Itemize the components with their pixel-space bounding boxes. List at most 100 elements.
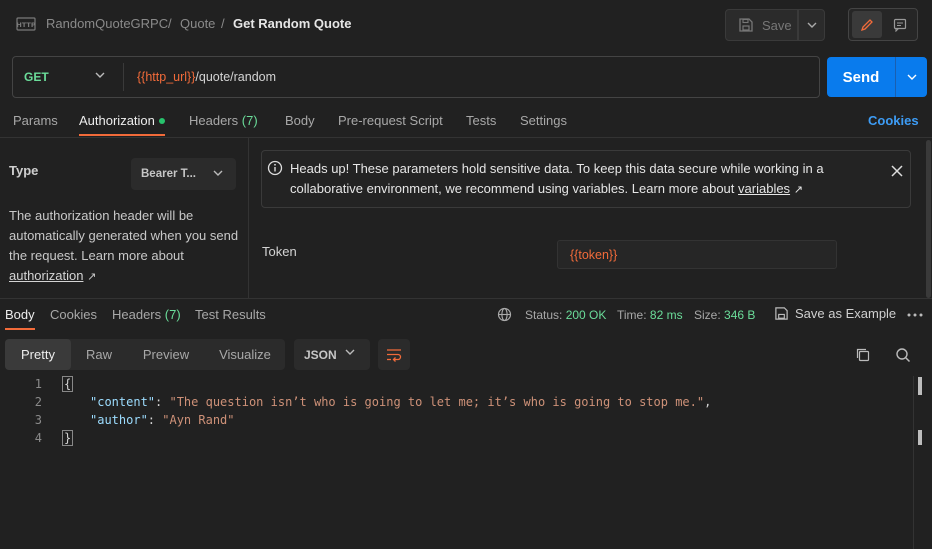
tab-pre-request-script[interactable]: Pre-request Script: [338, 113, 443, 128]
response-tab-headers-count: (7): [164, 307, 181, 322]
url-path: /quote/random: [195, 70, 277, 84]
cookies-link[interactable]: Cookies: [868, 113, 919, 128]
tab-tests[interactable]: Tests: [466, 113, 496, 128]
wrap-icon: [386, 348, 402, 362]
open-brace: {: [62, 376, 74, 392]
code-scroll-marker[interactable]: [918, 377, 922, 395]
comment-icon: [893, 18, 907, 32]
format-preview[interactable]: Preview: [133, 339, 199, 370]
breadcrumb-folder[interactable]: Quote: [180, 16, 215, 31]
response-size[interactable]: Size: 346 B: [694, 308, 755, 322]
auth-type-label: Type: [9, 163, 39, 178]
tab-headers-label: Headers: [189, 113, 239, 128]
auth-active-dot: [159, 118, 165, 124]
json-key: "content": [90, 395, 156, 409]
svg-text:HTTP: HTTP: [16, 21, 35, 29]
tab-settings[interactable]: Settings: [520, 113, 567, 128]
response-tab-body[interactable]: Body: [5, 307, 35, 322]
send-dropdown-button[interactable]: [895, 57, 927, 97]
chevron-down-icon: [907, 74, 917, 80]
save-example-icon: [774, 306, 789, 321]
chevron-down-icon: [213, 170, 223, 176]
save-button[interactable]: Save: [725, 9, 798, 41]
response-status[interactable]: Status: 200 OK: [525, 308, 606, 322]
code-scroll-marker[interactable]: [918, 430, 922, 445]
breadcrumb-separator: /: [221, 16, 225, 31]
json-key: "author": [90, 413, 148, 427]
chevron-down-icon: [345, 349, 355, 355]
json-value: "Ayn Rand": [162, 413, 235, 427]
code-scroll-track: [913, 376, 914, 549]
globe-icon[interactable]: [497, 307, 512, 322]
http-icon: HTTP: [16, 14, 36, 34]
active-response-tab-indicator: [5, 328, 35, 330]
auth-panel-divider: [248, 138, 249, 298]
edit-mode-button[interactable]: [852, 11, 882, 38]
line-number: 3: [34, 413, 42, 427]
line-number: 1: [34, 377, 42, 391]
request-scrollbar[interactable]: [926, 140, 931, 298]
language-value: JSON: [304, 347, 337, 362]
token-value: {{token}}: [570, 247, 618, 262]
search-icon[interactable]: [895, 347, 911, 363]
format-visualize[interactable]: Visualize: [208, 339, 282, 370]
method-select[interactable]: GET: [24, 70, 49, 84]
response-tab-headers[interactable]: Headers (7): [112, 307, 181, 322]
url-input[interactable]: {{http_url}}/quote/random: [137, 70, 276, 84]
response-time[interactable]: Time: 82 ms: [617, 308, 683, 322]
url-bar: [12, 56, 820, 98]
pencil-icon: [860, 18, 874, 32]
code-line: }: [62, 430, 74, 446]
status-label: Status:: [525, 308, 563, 322]
time-value: 82 ms: [649, 308, 683, 322]
tab-body[interactable]: Body: [285, 113, 315, 128]
url-divider: [123, 63, 124, 91]
auth-type-value: Bearer T...: [141, 168, 196, 180]
tab-headers-count: (7): [241, 113, 258, 128]
wrap-lines-button[interactable]: [378, 339, 410, 370]
tab-params[interactable]: Params: [13, 113, 58, 128]
info-icon: [267, 160, 283, 176]
code-line: "content": "The question isn’t who is go…: [90, 395, 712, 409]
json-comma: ,: [704, 395, 712, 409]
tab-authorization[interactable]: Authorization: [79, 113, 155, 128]
save-dropdown-button[interactable]: [798, 9, 825, 41]
line-number: 2: [34, 395, 42, 409]
time-label: Time:: [617, 308, 647, 322]
token-label: Token: [262, 244, 297, 259]
auth-description-text: The authorization header will be automat…: [9, 208, 239, 263]
size-value: 346 B: [724, 308, 756, 322]
code-line: {: [62, 376, 74, 392]
size-label: Size:: [694, 308, 721, 322]
save-label: Save: [762, 17, 792, 33]
page-title: Get Random Quote: [233, 16, 352, 31]
line-number: 4: [34, 431, 42, 445]
authorization-link[interactable]: authorization: [9, 268, 83, 283]
response-tab-test-results[interactable]: Test Results: [195, 307, 266, 322]
panel-splitter[interactable]: [0, 298, 932, 299]
save-as-example-button[interactable]: Save as Example: [774, 306, 896, 321]
tabs-divider: [0, 137, 932, 138]
external-link-icon: ↗: [793, 184, 803, 196]
chevron-down-icon: [807, 22, 817, 28]
more-icon[interactable]: [907, 313, 923, 317]
code-line: "author": "Ayn Rand": [90, 413, 235, 427]
breadcrumb-separator: /: [168, 16, 172, 31]
variables-link[interactable]: variables: [738, 181, 790, 196]
token-input[interactable]: {{token}}: [557, 240, 837, 269]
json-value: "The question isn’t who is going to let …: [169, 395, 705, 409]
copy-icon[interactable]: [855, 347, 871, 363]
breadcrumb-collection[interactable]: RandomQuoteGRPC: [46, 16, 168, 31]
save-example-label: Save as Example: [795, 306, 897, 321]
close-icon[interactable]: [890, 164, 904, 178]
comment-mode-button[interactable]: [885, 11, 915, 38]
chevron-down-icon[interactable]: [95, 72, 105, 78]
tab-headers[interactable]: Headers (7): [189, 113, 258, 128]
format-pretty[interactable]: Pretty: [5, 339, 71, 370]
send-button[interactable]: Send: [827, 57, 895, 97]
save-icon: [738, 17, 754, 33]
format-raw[interactable]: Raw: [75, 339, 123, 370]
language-select[interactable]: JSON: [294, 339, 370, 370]
url-variable: {{http_url}}: [137, 70, 196, 84]
response-tab-cookies[interactable]: Cookies: [50, 307, 97, 322]
